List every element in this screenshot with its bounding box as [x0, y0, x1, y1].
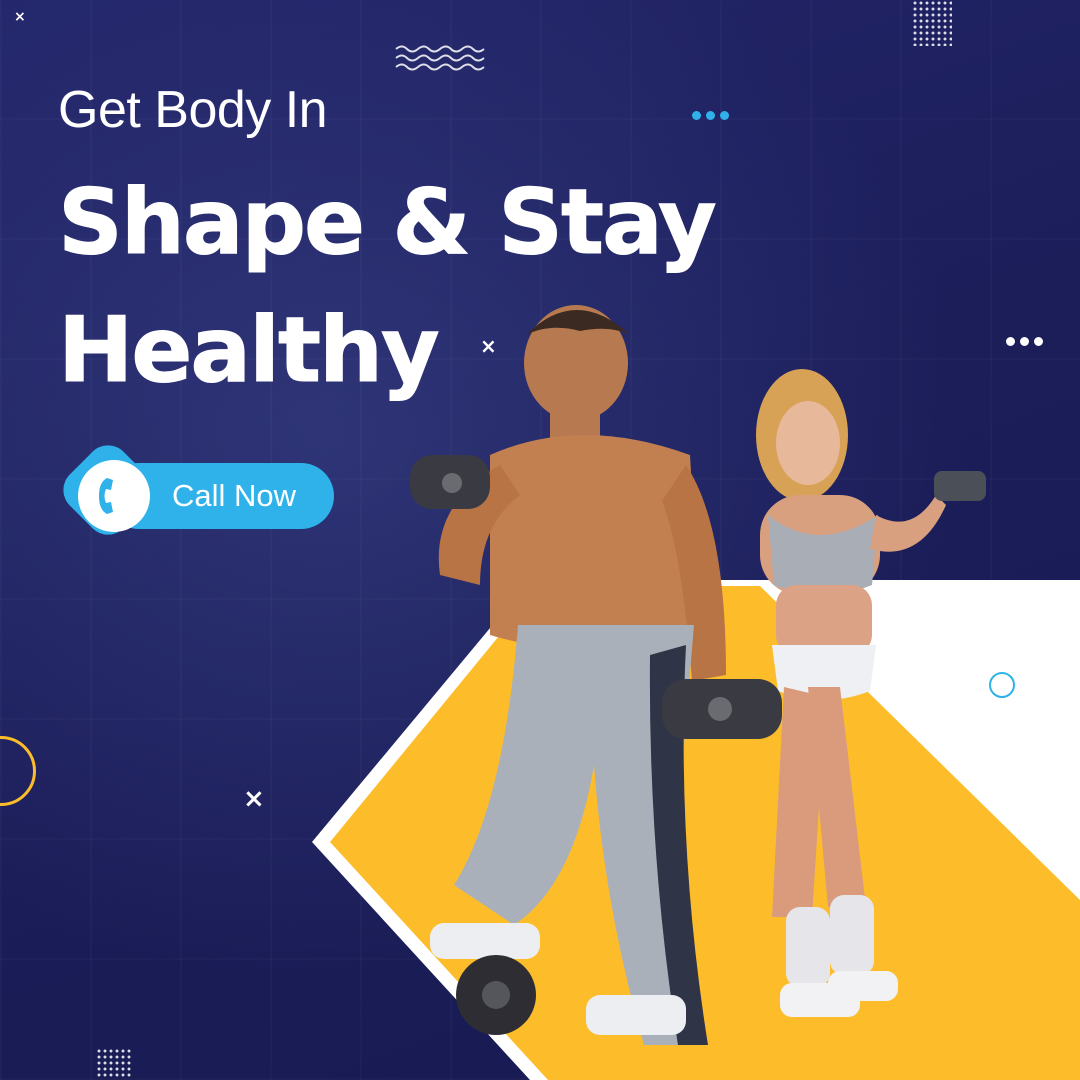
call-now-button[interactable]: Call Now	[54, 436, 338, 554]
headline-line-1: Shape & Stay	[58, 170, 718, 275]
x-mark-lower-left: ×	[243, 784, 265, 814]
x-mark-top-left: ×	[14, 9, 26, 25]
three-dots-blue	[692, 111, 729, 120]
fitness-models-photo	[410, 305, 986, 1045]
phone-icon-circle	[78, 460, 150, 532]
phone-icon	[99, 478, 113, 514]
dot-grid-top-right	[912, 0, 952, 46]
fitness-poster: × × × Get Body In Shape & Stay Healthy C…	[0, 0, 1080, 1080]
headline-line-2: Healthy	[58, 298, 441, 403]
three-dots-white	[1006, 337, 1043, 346]
headline-intro: Get Body In	[58, 81, 328, 139]
dot-grid-bottom-left	[96, 1048, 132, 1078]
woman-figure	[756, 369, 986, 1017]
man-figure	[410, 305, 782, 1045]
call-now-label: Call Now	[172, 478, 297, 513]
wave-lines-icon	[395, 45, 485, 71]
